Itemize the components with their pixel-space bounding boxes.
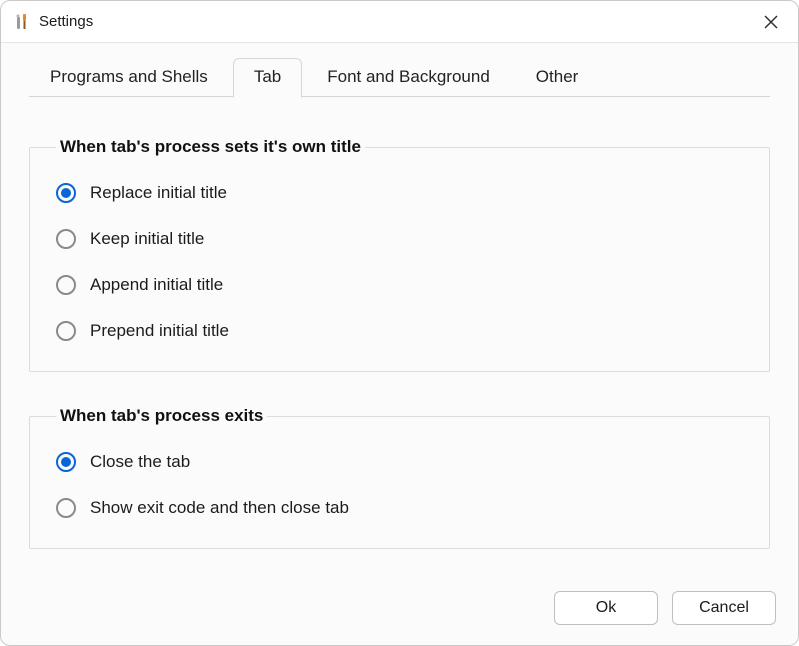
radio-label: Close the tab (90, 452, 190, 472)
window-title: Settings (39, 13, 754, 30)
radio-label: Prepend initial title (90, 321, 229, 341)
tab-other[interactable]: Other (515, 58, 600, 97)
close-button[interactable] (754, 7, 788, 37)
app-icon (13, 13, 31, 31)
close-icon (764, 15, 778, 29)
radio-icon (56, 275, 76, 295)
radio-label: Keep initial title (90, 229, 204, 249)
radio-label: Append initial title (90, 275, 223, 295)
tab-programs-and-shells[interactable]: Programs and Shells (29, 58, 229, 97)
radio-replace-initial-title[interactable]: Replace initial title (56, 173, 743, 213)
cancel-button[interactable]: Cancel (672, 591, 776, 625)
ok-button[interactable]: Ok (554, 591, 658, 625)
radio-icon (56, 452, 76, 472)
tab-font-and-background[interactable]: Font and Background (306, 58, 511, 97)
group-title-behavior: When tab's process sets it's own title R… (29, 137, 770, 372)
group-exit-behavior: When tab's process exits Close the tab S… (29, 406, 770, 549)
radio-append-initial-title[interactable]: Append initial title (56, 265, 743, 305)
radio-label: Show exit code and then close tab (90, 498, 349, 518)
client-area: Programs and Shells Tab Font and Backgro… (1, 43, 798, 645)
radio-close-the-tab[interactable]: Close the tab (56, 442, 743, 482)
tab-label: Font and Background (327, 67, 490, 86)
radio-icon (56, 321, 76, 341)
button-label: Ok (596, 599, 616, 617)
radio-label: Replace initial title (90, 183, 227, 203)
settings-window: Settings Programs and Shells Tab Font an… (0, 0, 799, 646)
radio-keep-initial-title[interactable]: Keep initial title (56, 219, 743, 259)
titlebar: Settings (1, 1, 798, 43)
tab-tab[interactable]: Tab (233, 58, 302, 98)
radio-icon (56, 229, 76, 249)
tab-label: Other (536, 67, 579, 86)
tab-strip: Programs and Shells Tab Font and Backgro… (29, 55, 770, 97)
tab-content: When tab's process sets it's own title R… (29, 97, 770, 583)
dialog-buttons: Ok Cancel (554, 591, 776, 625)
radio-icon (56, 183, 76, 203)
group-legend: When tab's process exits (56, 406, 267, 426)
tab-label: Tab (254, 67, 281, 86)
radio-show-exit-code[interactable]: Show exit code and then close tab (56, 488, 743, 528)
radio-icon (56, 498, 76, 518)
tab-label: Programs and Shells (50, 67, 208, 86)
radio-prepend-initial-title[interactable]: Prepend initial title (56, 311, 743, 351)
button-label: Cancel (699, 599, 749, 617)
group-legend: When tab's process sets it's own title (56, 137, 365, 157)
